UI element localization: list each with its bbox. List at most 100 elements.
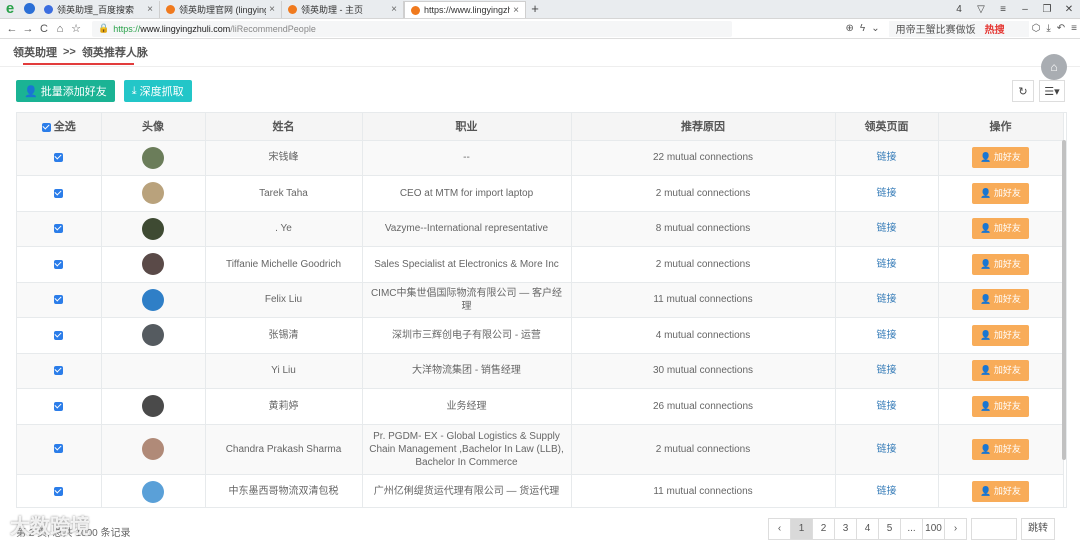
jump-button[interactable]: 跳转 (1021, 518, 1055, 540)
shield-icon[interactable] (20, 0, 38, 18)
action-cell: 👤 加好友 (938, 211, 1064, 247)
user-plus-icon: 👤 (980, 443, 992, 454)
lightning-icon[interactable]: ϟ (860, 23, 865, 34)
tab-close-icon[interactable]: × (269, 4, 275, 15)
menu-icon[interactable]: ≡ (992, 4, 1014, 15)
batch-add-friends-button[interactable]: 👤 批量添加好友 (16, 80, 115, 102)
deep-fetch-button[interactable]: ⤓ 深度抓取 (123, 80, 192, 102)
new-tab-button[interactable]: + (526, 1, 544, 18)
url-path: /liRecommendPeople (230, 23, 316, 34)
zoom-icon[interactable]: ⊕ (846, 23, 854, 34)
settings-menu-icon[interactable]: ≡ (1071, 23, 1077, 34)
add-friend-button[interactable]: 👤 加好友 (972, 253, 1029, 275)
select-all-header[interactable]: 全选 (17, 113, 102, 141)
add-friend-button[interactable]: 👤 加好友 (972, 481, 1029, 503)
page-button[interactable]: 4 (856, 518, 879, 540)
profile-link[interactable]: 链接 (877, 188, 897, 199)
row-checkbox[interactable] (54, 259, 64, 269)
add-friend-button[interactable]: 👤 加好友 (972, 324, 1029, 346)
select-all-checkbox[interactable] (41, 122, 51, 132)
dropdown-icon[interactable]: ⌄ (871, 23, 879, 34)
add-friend-button[interactable]: 👤 加好友 (972, 147, 1029, 169)
page-button[interactable]: 2 (812, 518, 835, 540)
columns-toggle-icon[interactable]: ☰▾ (1039, 80, 1065, 102)
job-cell: CIMC中集世倡国际物流有限公司 — 客户经理 (362, 282, 572, 318)
row-checkbox[interactable] (54, 444, 64, 454)
tab-close-icon[interactable]: × (391, 4, 397, 15)
reload-icon[interactable]: C (36, 23, 52, 35)
profile-link[interactable]: 链接 (877, 330, 897, 341)
add-friend-button[interactable]: 👤 加好友 (972, 360, 1029, 382)
breadcrumb-root[interactable]: 领英助理 (13, 44, 57, 60)
row-checkbox[interactable] (54, 366, 64, 376)
forward-icon[interactable]: → (20, 23, 36, 35)
row-checkbox[interactable] (54, 487, 64, 497)
extension-icon[interactable]: ⬡ (1032, 23, 1041, 34)
profile-link[interactable]: 链接 (877, 223, 897, 234)
row-checkbox[interactable] (54, 401, 64, 411)
job-cell: Pr. PGDM- EX - Global Logistics & Supply… (362, 424, 572, 475)
avatar (142, 182, 164, 205)
next-page-button[interactable]: › (944, 518, 967, 540)
name-cell: 宋钱峰 (205, 140, 363, 176)
add-friend-button[interactable]: 👤 加好友 (972, 395, 1029, 417)
row-select-cell (17, 175, 102, 212)
tab-label: 领英助理_百度搜索 (57, 5, 135, 15)
page-button[interactable]: 1 (790, 518, 813, 540)
tab-close-icon[interactable]: × (147, 4, 153, 15)
profile-link[interactable]: 链接 (877, 401, 897, 412)
browser-tab[interactable]: 领英助理_百度搜索 × (38, 1, 160, 18)
profile-link[interactable]: 链接 (877, 294, 897, 305)
name-cell: Yi Liu (205, 353, 363, 389)
page-button[interactable]: 3 (834, 518, 857, 540)
tab-close-icon[interactable]: × (513, 5, 519, 16)
profile-link[interactable]: 链接 (877, 259, 897, 270)
row-checkbox[interactable] (54, 188, 64, 198)
browser-search-input[interactable]: 用帝王蟹比赛做饭 热搜 (888, 20, 1029, 37)
add-friend-button[interactable]: 👤 加好友 (972, 438, 1029, 460)
breadcrumb: 领英助理 >> 领英推荐人脉 (0, 39, 1080, 65)
browser-tab[interactable]: 领英助理 - 主页 × (282, 1, 404, 18)
profile-link[interactable]: 链接 (877, 444, 897, 455)
add-friend-button[interactable]: 👤 加好友 (972, 289, 1029, 311)
close-icon[interactable]: ✕ (1058, 4, 1080, 15)
url-input[interactable]: 🔒 https:// www.lingyingzhuli.com /liReco… (92, 20, 732, 37)
row-checkbox[interactable] (54, 153, 64, 163)
row-checkbox[interactable] (54, 224, 64, 234)
profile-link[interactable]: 链接 (877, 365, 897, 376)
job-cell: Vazyme--International representative (362, 211, 572, 247)
name-header: 姓名 (205, 113, 363, 141)
name-cell: 黄莉婷 (205, 388, 363, 425)
minimize-icon[interactable]: – (1014, 4, 1036, 15)
add-friend-button[interactable]: 👤 加好友 (972, 218, 1029, 240)
row-checkbox[interactable] (54, 295, 64, 305)
profile-link[interactable]: 链接 (877, 486, 897, 497)
tab-count-badge[interactable]: 4 (948, 4, 970, 15)
back-icon[interactable]: ← (4, 23, 20, 35)
row-select-cell (17, 246, 102, 283)
table-scrollbar[interactable] (1062, 140, 1066, 460)
home-nav-icon[interactable]: ⌂ (52, 23, 68, 35)
page-button[interactable]: 100 (922, 518, 945, 540)
download-icon[interactable]: ⤓ (1046, 23, 1050, 34)
avatar-cell (101, 388, 206, 425)
undo-icon[interactable]: ↶ (1057, 23, 1065, 34)
bookmark-icon[interactable]: ☆ (68, 22, 84, 35)
table-row: Felix Liu CIMC中集世倡国际物流有限公司 — 客户经理 11 mutua… (17, 282, 1064, 318)
job-cell: 大洋物流集团 - 销售经理 (362, 353, 572, 389)
browser-tab[interactable]: 领英助理官网 (lingyingzhuli...× (160, 1, 282, 18)
add-friend-button[interactable]: 👤 加好友 (972, 182, 1029, 204)
page-button[interactable]: 5 (878, 518, 901, 540)
row-checkbox[interactable] (54, 330, 64, 340)
avatar-cell (101, 246, 206, 283)
refresh-icon[interactable]: ↻ (1012, 80, 1034, 102)
jump-page-input[interactable] (971, 518, 1017, 540)
action-header: 操作 (938, 113, 1064, 141)
home-icon[interactable]: ⌂ (1041, 54, 1067, 80)
browser-tab[interactable]: https://www.lingyingzhuli.co...× (404, 1, 526, 18)
page-button[interactable]: ... (900, 518, 923, 540)
prev-page-button[interactable]: ‹ (768, 518, 791, 540)
restore-icon[interactable]: ❐ (1036, 4, 1058, 15)
skin-icon[interactable]: ▽ (970, 4, 992, 15)
profile-link[interactable]: 链接 (877, 152, 897, 163)
